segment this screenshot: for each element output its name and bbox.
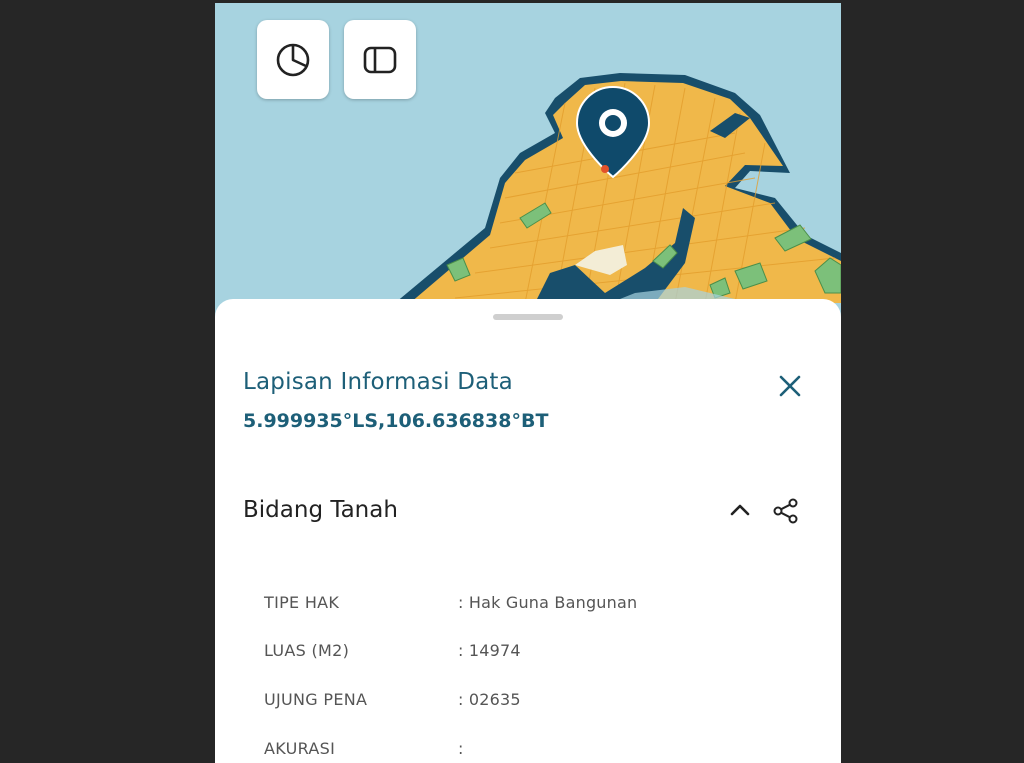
map-view[interactable]	[215, 3, 841, 303]
layer-panel-button[interactable]	[344, 20, 416, 99]
close-icon[interactable]	[777, 373, 803, 399]
sheet-title: Lapisan Informasi Data	[243, 369, 513, 395]
attribute-label-luas: LUAS (M2)	[264, 641, 350, 660]
attribute-label-tipe-hak: TIPE HAK	[264, 593, 340, 612]
attribute-value-luas: : 14974	[458, 641, 521, 660]
attribute-value-ujung-pena: : 02635	[458, 690, 521, 709]
statistics-button[interactable]	[257, 20, 329, 99]
coordinates-text: 5.999935°LS,106.636838°BT	[243, 410, 549, 432]
attribute-value-akurasi: :	[458, 739, 464, 758]
info-bottom-sheet: Lapisan Informasi Data 5.999935°LS,106.6…	[215, 299, 841, 763]
section-title[interactable]: Bidang Tanah	[243, 497, 398, 523]
drag-handle[interactable]	[493, 314, 563, 320]
attribute-label-akurasi: AKURASI	[264, 739, 336, 758]
chevron-up-icon[interactable]	[729, 499, 751, 521]
share-icon[interactable]	[772, 497, 800, 525]
attribute-value-tipe-hak: : Hak Guna Bangunan	[458, 593, 638, 612]
sidebar-panel-icon	[363, 46, 397, 73]
phone-screen: Lapisan Informasi Data 5.999935°LS,106.6…	[215, 3, 841, 763]
attribute-label-ujung-pena: UJUNG PENA	[264, 690, 368, 709]
pie-chart-icon	[276, 43, 310, 76]
